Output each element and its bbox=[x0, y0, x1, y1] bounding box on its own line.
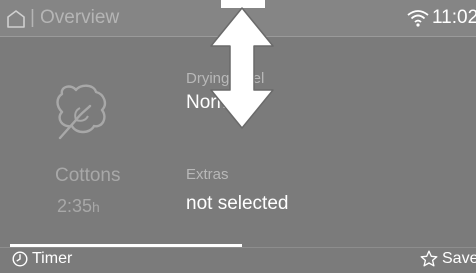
extras-value[interactable]: not selected bbox=[186, 193, 288, 215]
wifi-icon bbox=[407, 10, 429, 27]
clock: 11:02 bbox=[432, 7, 476, 28]
program-name[interactable]: Cottons bbox=[55, 165, 120, 187]
clock-icon bbox=[12, 251, 28, 267]
save-button[interactable]: Save bbox=[442, 250, 476, 268]
vertical-scroll-arrow-icon bbox=[210, 7, 274, 129]
page-indicator-bar bbox=[10, 244, 242, 247]
home-icon[interactable] bbox=[6, 9, 26, 29]
duration-value: 2:35 bbox=[57, 196, 93, 216]
appliance-screen: | Overview 11:02 Cottons 2:35h Drying le… bbox=[0, 0, 476, 273]
page-title: Overview bbox=[40, 7, 120, 28]
timer-button[interactable]: Timer bbox=[32, 250, 72, 268]
cottons-icon bbox=[56, 84, 107, 140]
star-icon[interactable] bbox=[420, 250, 438, 268]
program-duration: 2:35h bbox=[57, 196, 100, 217]
duration-unit: h bbox=[92, 199, 100, 215]
breadcrumb-separator: | bbox=[30, 7, 35, 28]
extras-label: Extras bbox=[186, 166, 229, 183]
